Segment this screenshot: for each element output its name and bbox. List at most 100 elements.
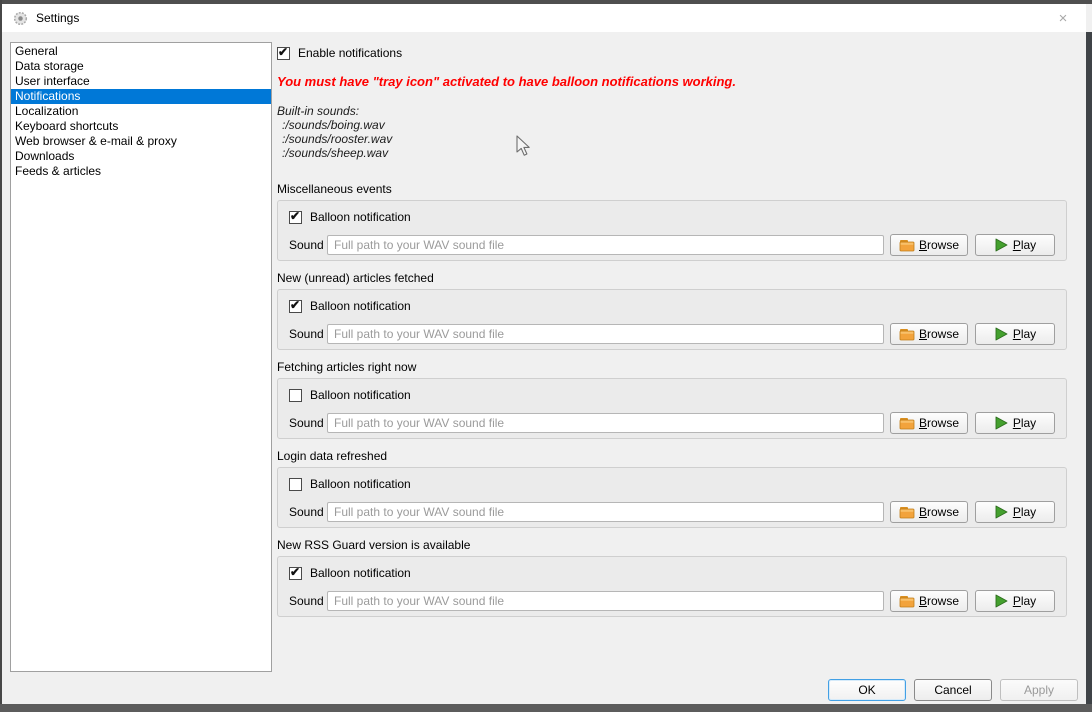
sound-label: Sound xyxy=(289,327,321,341)
play-label: Play xyxy=(1013,416,1036,430)
browse-button[interactable]: Browse xyxy=(890,234,968,256)
folder-icon xyxy=(899,505,915,519)
balloon-label: Balloon notification xyxy=(310,210,411,224)
sound-input[interactable] xyxy=(327,591,884,611)
balloon-label: Balloon notification xyxy=(310,477,411,491)
sound-label: Sound xyxy=(289,238,321,252)
sidebar-item-web-browser-e-mail-proxy[interactable]: Web browser & e-mail & proxy xyxy=(11,134,271,149)
section-title: Miscellaneous events xyxy=(277,182,1067,196)
play-icon xyxy=(994,416,1009,430)
browse-button[interactable]: Browse xyxy=(890,412,968,434)
notification-section: Fetching articles right now Balloon noti… xyxy=(277,360,1067,439)
balloon-row: Balloon notification xyxy=(289,387,1055,403)
sidebar-item-notifications[interactable]: Notifications xyxy=(11,89,271,104)
notification-section: Login data refreshed Balloon notificatio… xyxy=(277,449,1067,528)
balloon-row: Balloon notification xyxy=(289,476,1055,492)
browse-button[interactable]: Browse xyxy=(890,323,968,345)
section-title: Fetching articles right now xyxy=(277,360,1067,374)
window-edge-right xyxy=(1086,32,1092,705)
apply-button[interactable]: Apply xyxy=(1000,679,1078,701)
sidebar-item-localization[interactable]: Localization xyxy=(11,104,271,119)
browse-label: Browse xyxy=(919,327,959,341)
section-title: New RSS Guard version is available xyxy=(277,538,1067,552)
settings-window: Settings × GeneralData storageUser inter… xyxy=(0,0,1092,712)
section-panel: Balloon notification Sound Browse xyxy=(277,556,1067,617)
sidebar-item-data-storage[interactable]: Data storage xyxy=(11,59,271,74)
dialog-footer: OK Cancel Apply xyxy=(828,679,1078,701)
play-icon xyxy=(994,594,1009,608)
builtin-sound-path: :/sounds/rooster.wav xyxy=(277,132,1067,146)
balloon-row: Balloon notification xyxy=(289,565,1055,581)
enable-notifications-checkbox[interactable] xyxy=(277,47,290,60)
section-panel: Balloon notification Sound Browse xyxy=(277,378,1067,439)
sidebar-item-keyboard-shortcuts[interactable]: Keyboard shortcuts xyxy=(11,119,271,134)
play-icon xyxy=(994,505,1009,519)
close-icon[interactable]: × xyxy=(1048,6,1078,30)
browse-label: Browse xyxy=(919,238,959,252)
builtin-sound-path: :/sounds/sheep.wav xyxy=(277,146,1067,160)
browse-label: Browse xyxy=(919,416,959,430)
sound-input[interactable] xyxy=(327,413,884,433)
balloon-checkbox[interactable] xyxy=(289,211,302,224)
sidebar-list: GeneralData storageUser interfaceNotific… xyxy=(10,42,272,672)
enable-notifications-label: Enable notifications xyxy=(298,46,402,60)
sound-input[interactable] xyxy=(327,502,884,522)
sound-row: Sound Browse Play xyxy=(289,501,1055,523)
play-label: Play xyxy=(1013,327,1036,341)
browse-button[interactable]: Browse xyxy=(890,590,968,612)
folder-icon xyxy=(899,238,915,252)
tray-icon-warning: You must have "tray icon" activated to h… xyxy=(277,74,1067,89)
balloon-checkbox[interactable] xyxy=(289,567,302,580)
balloon-checkbox[interactable] xyxy=(289,478,302,491)
builtin-sound-path: :/sounds/boing.wav xyxy=(277,118,1067,132)
balloon-row: Balloon notification xyxy=(289,209,1055,225)
play-label: Play xyxy=(1013,594,1036,608)
gear-icon xyxy=(13,11,28,26)
play-button[interactable]: Play xyxy=(975,501,1055,523)
sidebar-item-downloads[interactable]: Downloads xyxy=(11,149,271,164)
sound-row: Sound Browse Play xyxy=(289,234,1055,256)
sound-row: Sound Browse Play xyxy=(289,323,1055,345)
notification-section: New RSS Guard version is available Ballo… xyxy=(277,538,1067,617)
folder-icon xyxy=(899,416,915,430)
balloon-row: Balloon notification xyxy=(289,298,1055,314)
play-button[interactable]: Play xyxy=(975,590,1055,612)
browse-button[interactable]: Browse xyxy=(890,501,968,523)
settings-content: Enable notifications You must have "tray… xyxy=(277,45,1067,627)
folder-icon xyxy=(899,594,915,608)
play-label: Play xyxy=(1013,505,1036,519)
folder-icon xyxy=(899,327,915,341)
section-title: Login data refreshed xyxy=(277,449,1067,463)
window-edge-left xyxy=(0,0,2,712)
enable-notifications-row: Enable notifications xyxy=(277,45,1067,61)
sound-label: Sound xyxy=(289,594,321,608)
sidebar-item-general[interactable]: General xyxy=(11,44,271,59)
play-button[interactable]: Play xyxy=(975,234,1055,256)
cancel-button[interactable]: Cancel xyxy=(914,679,992,701)
ok-button[interactable]: OK xyxy=(828,679,906,701)
builtin-sounds-title: Built-in sounds: xyxy=(277,104,1067,118)
balloon-checkbox[interactable] xyxy=(289,300,302,313)
section-panel: Balloon notification Sound Browse xyxy=(277,200,1067,261)
window-title: Settings xyxy=(36,11,79,25)
window-edge-bottom xyxy=(0,704,1092,712)
play-icon xyxy=(994,327,1009,341)
sound-input[interactable] xyxy=(327,235,884,255)
section-panel: Balloon notification Sound Browse xyxy=(277,289,1067,350)
balloon-label: Balloon notification xyxy=(310,388,411,402)
balloon-label: Balloon notification xyxy=(310,299,411,313)
browse-label: Browse xyxy=(919,594,959,608)
notification-section: Miscellaneous events Balloon notificatio… xyxy=(277,182,1067,261)
builtin-sounds-block: Built-in sounds: :/sounds/boing.wav :/so… xyxy=(277,104,1067,160)
sidebar-item-user-interface[interactable]: User interface xyxy=(11,74,271,89)
play-button[interactable]: Play xyxy=(975,323,1055,345)
sound-row: Sound Browse Play xyxy=(289,412,1055,434)
balloon-checkbox[interactable] xyxy=(289,389,302,402)
play-label: Play xyxy=(1013,238,1036,252)
sidebar-item-feeds-articles[interactable]: Feeds & articles xyxy=(11,164,271,179)
sound-input[interactable] xyxy=(327,324,884,344)
sound-row: Sound Browse Play xyxy=(289,590,1055,612)
play-button[interactable]: Play xyxy=(975,412,1055,434)
section-title: New (unread) articles fetched xyxy=(277,271,1067,285)
balloon-label: Balloon notification xyxy=(310,566,411,580)
